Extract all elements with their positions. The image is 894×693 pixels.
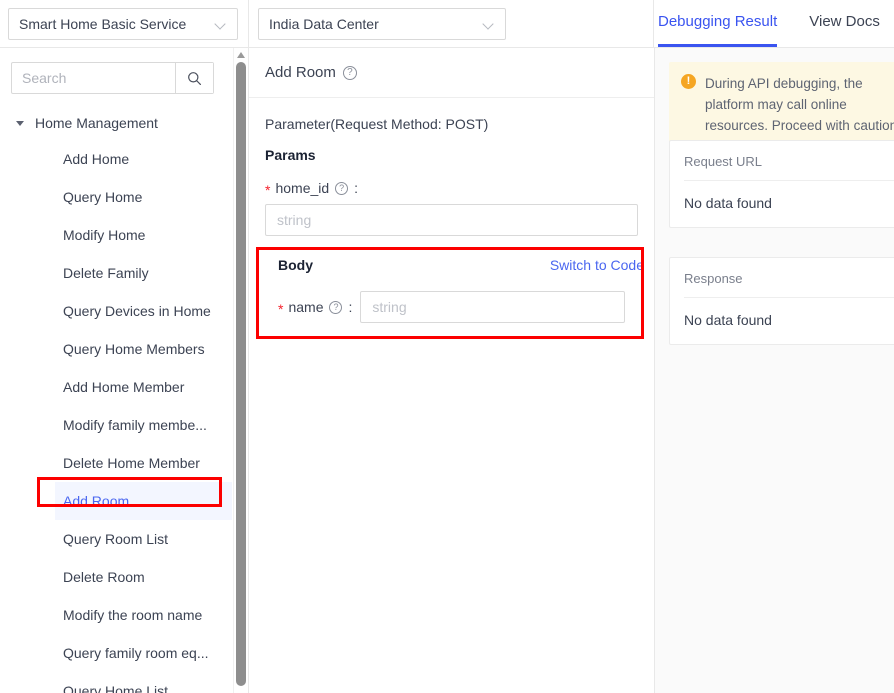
sidebar-item-add-room[interactable]: Add Room	[55, 482, 232, 520]
search-box	[11, 62, 214, 94]
tab-debugging-result[interactable]: Debugging Result	[658, 0, 778, 47]
parameter-heading: Parameter(Request Method: POST)	[265, 116, 489, 132]
help-circle-icon[interactable]: ?	[342, 65, 357, 80]
service-select[interactable]: Smart Home Basic Service	[8, 8, 238, 40]
sidebar-item-query-room-list[interactable]: Query Room List	[0, 520, 232, 558]
body-section-header: Body Switch to Code	[278, 257, 644, 273]
chevron-down-icon	[215, 18, 227, 30]
datacenter-select-value: India Data Center	[269, 16, 379, 32]
tab-view-docs-label: View Docs	[809, 13, 880, 30]
response-card-body: No data found	[684, 312, 772, 328]
name-field-label: * name ? :	[278, 299, 353, 317]
sidebar-item-modify-family-membe[interactable]: Modify family membe...	[0, 406, 232, 444]
warning-circle-icon: !	[681, 74, 696, 89]
params-label: Params	[265, 147, 316, 163]
sidebar-nav-list: Add Home Query Home Modify Home Delete Fami…	[0, 140, 232, 693]
name-input[interactable]	[360, 291, 625, 323]
result-tabs: Debugging Result View Docs	[658, 0, 894, 48]
help-circle-icon[interactable]: ?	[335, 181, 349, 195]
debug-result-panel: ! During API debugging, the platform may…	[654, 48, 894, 693]
tab-debugging-result-label: Debugging Result	[658, 13, 778, 30]
body-section: Body Switch to Code * name ? :	[265, 247, 644, 337]
service-select-value: Smart Home Basic Service	[19, 16, 187, 32]
request-url-card: Request URL No data found	[669, 140, 894, 228]
home-id-field-label: * home_id ? :	[265, 180, 638, 198]
warning-banner-text: During API debugging, the platform may c…	[705, 76, 894, 133]
required-star-icon: *	[265, 182, 271, 198]
api-debug-page: Smart Home Basic Service India Data Cent…	[0, 0, 894, 693]
response-card-title: Response	[684, 271, 894, 298]
tab-view-docs[interactable]: View Docs	[809, 0, 880, 47]
required-star-icon: *	[278, 301, 284, 317]
sidebar-item-delete-room[interactable]: Delete Room	[0, 558, 232, 596]
header-divider-1	[248, 0, 249, 48]
home-id-input[interactable]	[265, 204, 638, 236]
response-card: Response No data found	[669, 257, 894, 345]
api-detail-panel: Add Room ? Parameter(Request Method: POS…	[249, 48, 654, 693]
name-label-text: name	[288, 299, 324, 315]
page-title-label: Add Room	[265, 64, 336, 81]
sidebar-item-add-home-member[interactable]: Add Home Member	[0, 368, 232, 406]
sidebar-item-modify-the-room-name[interactable]: Modify the room name	[0, 596, 232, 634]
scroll-up-arrow-icon[interactable]	[237, 52, 245, 58]
search-icon	[187, 71, 202, 86]
search-input[interactable]	[12, 63, 175, 93]
search-button[interactable]	[175, 63, 213, 93]
page-title: Add Room ?	[249, 48, 654, 98]
sidebar-item-add-home[interactable]: Add Home	[0, 140, 232, 178]
api-sidebar: Home Management Add HomeQuery HomeModify…	[0, 48, 232, 693]
sidebar-item-query-family-room-eq[interactable]: Query family room eq...	[0, 634, 232, 672]
switch-to-code-link[interactable]: Switch to Code	[550, 257, 644, 273]
scrollbar-thumb[interactable]	[236, 62, 246, 686]
request-url-card-title: Request URL	[684, 154, 894, 181]
sidebar-item-query-home[interactable]: Query Home	[0, 178, 232, 216]
sidebar-item-delete-family[interactable]: Delete Family	[0, 254, 232, 292]
home-id-label-text: home_id	[275, 180, 330, 196]
name-field-row: * name ? :	[278, 291, 625, 323]
parameters-section: Parameter(Request Method: POST) Params *…	[249, 116, 654, 337]
sidebar-scrollbar[interactable]	[233, 48, 247, 693]
sidebar-item-query-home-members[interactable]: Query Home Members	[0, 330, 232, 368]
sidebar-item-query-devices-in-home[interactable]: Query Devices in Home	[0, 292, 232, 330]
caret-down-icon	[16, 120, 24, 126]
sidebar-group-label: Home Management	[35, 115, 158, 131]
sidebar-item-modify-home[interactable]: Modify Home	[0, 216, 232, 254]
sidebar-item-query-home-list[interactable]: Query Home List	[0, 672, 232, 693]
warning-banner: ! During API debugging, the platform may…	[669, 62, 894, 147]
sidebar-group-home-management[interactable]: Home Management	[0, 106, 232, 140]
sidebar-item-delete-home-member[interactable]: Delete Home Member	[0, 444, 232, 482]
datacenter-select[interactable]: India Data Center	[258, 8, 506, 40]
help-circle-icon[interactable]: ?	[329, 300, 343, 314]
header-divider-2	[653, 0, 654, 48]
top-header-bar: Smart Home Basic Service India Data Cent…	[0, 0, 894, 48]
home-id-colon: :	[354, 180, 359, 196]
body-label: Body	[278, 257, 313, 273]
chevron-down-icon	[483, 18, 495, 30]
request-url-card-body: No data found	[684, 195, 772, 211]
name-colon: :	[348, 299, 353, 315]
